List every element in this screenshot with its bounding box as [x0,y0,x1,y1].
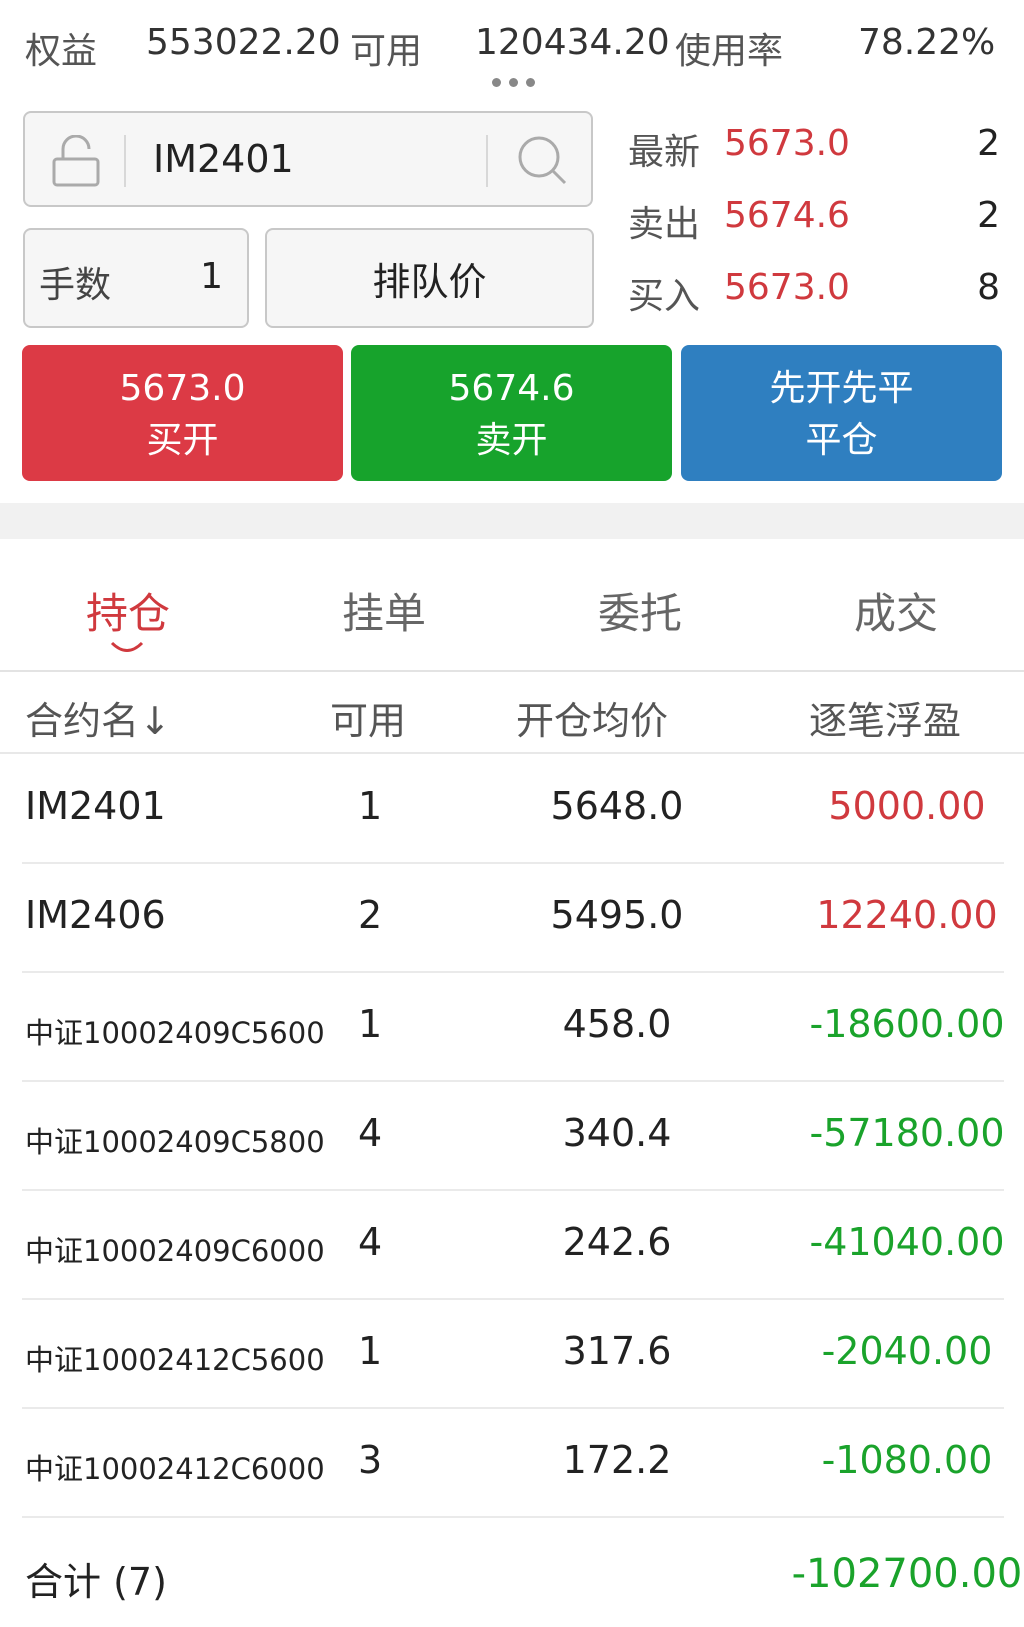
unlock-icon[interactable] [49,135,103,189]
float-pnl: -57180.00 [809,1111,1005,1155]
avg-open-price: 317.6 [562,1329,672,1373]
table-row[interactable]: 中证10002409C6000 4 242.6 -41040.00 [22,1190,1005,1300]
sell-open-button[interactable]: 5674.6 卖开 [351,345,672,481]
contract-name: 中证10002409C5600 [25,1016,325,1050]
total-label: 合计 (7) [25,1560,167,1604]
available-qty: 1 [358,784,383,828]
table-header: 合约名↓ 可用 开仓均价 逐笔浮盈 [0,672,1024,754]
header-available: 可用 [330,699,407,743]
float-pnl: 12240.00 [816,893,998,937]
quantity-value[interactable]: 1 [200,256,223,297]
available-qty: 3 [358,1438,383,1482]
account-summary-bar: 权益 553022.20 可用 120434.20 使用率 78.22% [0,0,1024,94]
available-qty: 4 [358,1111,383,1155]
contract-name: 中证10002409C5800 [25,1125,325,1159]
section-divider [0,503,1024,539]
quantity-field[interactable]: 手数 1 [23,228,249,328]
more-dots-icon[interactable] [492,78,535,87]
avg-open-price: 172.2 [562,1438,672,1482]
avg-open-price: 242.6 [562,1220,672,1264]
tab-orders[interactable]: 委托 [512,580,768,641]
quote-price: 5674.6 [724,195,850,236]
close-position-button[interactable]: 先开先平 平仓 [681,345,1002,481]
avg-open-price: 5648.0 [550,784,684,828]
header-avg-price: 开仓均价 [516,699,669,743]
available-qty: 2 [358,893,383,937]
table-row[interactable]: 中证10002409C5800 4 340.4 -57180.00 [22,1081,1005,1191]
contract-name: IM2406 [25,893,166,937]
tab-trades[interactable]: 成交 [768,580,1024,641]
usage-label: 使用率 [675,31,784,72]
contract-name: 中证10002409C6000 [25,1234,325,1268]
quote-ask: 卖出 5674.6 2 [628,195,1000,255]
quote-volume: 2 [977,123,1000,164]
quote-volume: 2 [977,195,1000,236]
buy-open-button[interactable]: 5673.0 买开 [22,345,343,481]
quote-latest: 最新 5673.0 2 [628,123,1000,183]
price-type-button[interactable]: 排队价 [265,228,594,328]
float-pnl: 5000.00 [828,784,986,828]
avg-open-price: 458.0 [562,1002,672,1046]
separator [124,135,126,187]
table-row[interactable]: 中证10002412C5600 1 317.6 -2040.00 [22,1299,1004,1409]
contract-name: 中证10002412C5600 [25,1343,325,1377]
sell-price: 5674.6 [448,368,575,409]
available-qty: 1 [358,1002,383,1046]
sell-label: 卖开 [475,420,548,461]
available-qty: 1 [358,1329,383,1373]
separator [486,135,488,187]
quote-label: 买入 [628,276,701,317]
available-value: 120434.20 [475,22,670,63]
quote-volume: 8 [977,267,1000,308]
total-row: 合计 (7) -102700.00 [0,1523,1024,1623]
equity-label: 权益 [25,31,98,72]
close-mode: 先开先平 [769,368,914,409]
header-contract-name[interactable]: 合约名↓ [25,690,171,745]
quote-price: 5673.0 [724,267,850,308]
close-label: 平仓 [805,420,878,461]
symbol-input[interactable]: IM2401 [23,111,593,207]
available-qty: 4 [358,1220,383,1264]
buy-label: 买开 [146,420,219,461]
tab-pending[interactable]: 挂单 [256,580,512,641]
float-pnl: -2040.00 [821,1329,993,1373]
contract-name: IM2401 [25,784,166,828]
float-pnl: -41040.00 [809,1220,1005,1264]
header-float-pnl: 逐笔浮盈 [809,699,962,743]
float-pnl: -1080.00 [821,1438,993,1482]
table-row[interactable]: 中证10002412C6000 3 172.2 -1080.00 [22,1408,1004,1518]
buy-price: 5673.0 [119,368,246,409]
quantity-label: 手数 [39,265,112,306]
quote-bid: 买入 5673.0 8 [628,267,1000,327]
tab-positions[interactable]: 持仓 [0,580,256,641]
table-row[interactable]: IM2401 1 5648.0 5000.00 [22,754,1004,864]
avg-open-price: 340.4 [562,1111,672,1155]
equity-value: 553022.20 [146,22,341,63]
available-label: 可用 [350,31,423,72]
total-pnl: -102700.00 [791,1551,1023,1597]
float-pnl: -18600.00 [809,1002,1005,1046]
avg-open-price: 5495.0 [550,893,684,937]
search-icon[interactable] [515,133,571,189]
table-row[interactable]: 中证10002409C5600 1 458.0 -18600.00 [22,972,1005,1082]
usage-value: 78.22% [858,22,996,63]
active-tab-indicator-icon [110,641,144,652]
contract-name: 中证10002412C6000 [25,1452,325,1486]
quote-price: 5673.0 [724,123,850,164]
quote-label: 卖出 [628,204,701,245]
quote-label: 最新 [628,132,701,173]
tab-bar: 持仓 挂单 委托 成交 [0,540,1024,672]
symbol-value[interactable]: IM2401 [153,137,294,181]
table-row[interactable]: IM2406 2 5495.0 12240.00 [22,863,1004,973]
